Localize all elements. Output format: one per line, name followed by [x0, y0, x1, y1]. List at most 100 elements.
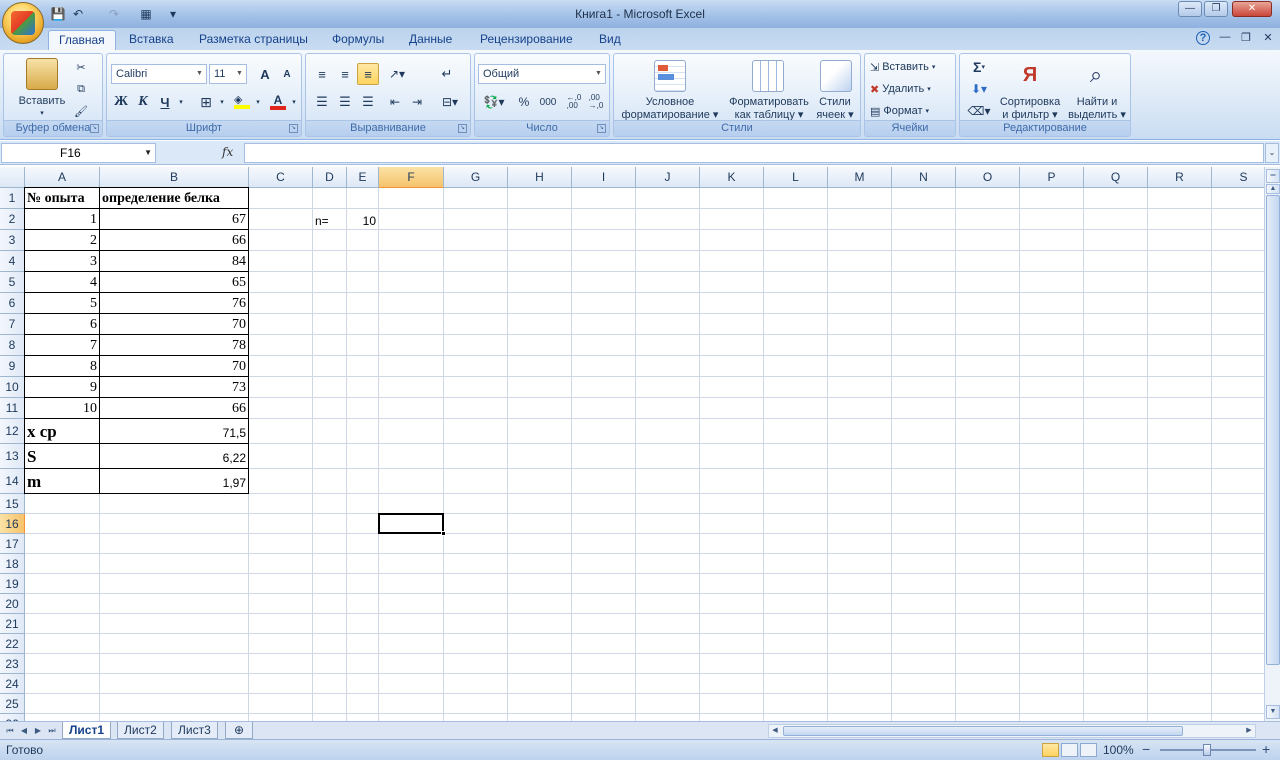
paste-dropdown-icon[interactable]: ▾ — [34, 107, 50, 120]
format-cells-button[interactable]: ▤ Формат ▾ — [869, 100, 953, 122]
row-header-2[interactable]: 2 — [0, 209, 25, 230]
fill-icon[interactable]: ⬇▾ — [964, 78, 994, 100]
save-icon[interactable]: 💾 — [50, 5, 66, 22]
conditional-formatting-icon[interactable] — [654, 60, 686, 92]
paste-icon[interactable] — [26, 58, 58, 90]
row-header-6[interactable]: 6 — [0, 293, 25, 314]
tab-page-layout[interactable]: Разметка страницы — [189, 30, 318, 50]
underline-button[interactable]: Ч — [155, 91, 175, 113]
row-header-1[interactable]: 1 — [0, 188, 25, 209]
row-header-7[interactable]: 7 — [0, 314, 25, 335]
align-center-icon[interactable]: ☰ — [334, 91, 356, 113]
cell-a14[interactable]: m — [25, 469, 99, 493]
decrease-indent-icon[interactable]: ⇤ — [384, 91, 406, 113]
clipboard-launcher-icon[interactable]: ↘ — [90, 124, 99, 133]
fill-color-dropdown-icon[interactable]: ▾ — [253, 91, 263, 113]
currency-format-icon[interactable]: 💱▾ — [478, 91, 510, 113]
column-header-l[interactable]: L — [764, 167, 828, 188]
row-header-16[interactable]: 16 — [0, 514, 25, 534]
increase-indent-icon[interactable]: ⇥ — [406, 91, 428, 113]
row-header-12[interactable]: 12 — [0, 419, 25, 444]
sheet-tab-3[interactable]: Лист3 — [171, 722, 218, 739]
find-select-icon[interactable]: ⌕ — [1080, 60, 1112, 92]
clear-icon[interactable]: ⌫▾ — [964, 100, 994, 122]
copy-icon[interactable]: ⧉ — [70, 78, 92, 100]
normal-view-icon[interactable] — [1042, 743, 1059, 757]
align-middle-icon[interactable]: ≡ — [334, 63, 356, 85]
column-header-j[interactable]: J — [636, 167, 700, 188]
cell-a7[interactable]: 6 — [25, 314, 99, 334]
cell-b8[interactable]: 78 — [100, 335, 248, 355]
row-header-14[interactable]: 14 — [0, 469, 25, 494]
cell-b1[interactable]: определение белка — [100, 188, 248, 208]
align-top-icon[interactable]: ≡ — [311, 63, 333, 85]
row-header-25[interactable]: 25 — [0, 694, 25, 714]
cell-a10[interactable]: 9 — [25, 377, 99, 397]
row-header-18[interactable]: 18 — [0, 554, 25, 574]
row-header-22[interactable]: 22 — [0, 634, 25, 654]
cell-a4[interactable]: 3 — [25, 251, 99, 271]
column-header-q[interactable]: Q — [1084, 167, 1148, 188]
column-header-c[interactable]: C — [249, 167, 313, 188]
row-header-20[interactable]: 20 — [0, 594, 25, 614]
row-header-23[interactable]: 23 — [0, 654, 25, 674]
delete-cells-button[interactable]: ✖ Удалить ▾ — [869, 78, 953, 100]
tab-insert[interactable]: Вставка — [119, 30, 184, 50]
scroll-down-icon[interactable]: ▼ — [1266, 705, 1280, 719]
conditional-formatting-label-1[interactable]: Условное — [614, 96, 726, 109]
page-layout-view-icon[interactable] — [1061, 743, 1078, 757]
column-header-f[interactable]: F — [379, 167, 444, 188]
align-left-icon[interactable]: ☰ — [311, 91, 333, 113]
sort-filter-label-1[interactable]: Сортировка — [994, 96, 1066, 109]
page-break-view-icon[interactable] — [1080, 743, 1097, 757]
column-header-s[interactable]: S — [1212, 167, 1264, 188]
merge-center-icon[interactable]: ⊟▾ — [434, 91, 466, 113]
wrap-text-icon[interactable]: ↵ — [436, 63, 458, 85]
customize-qat-icon[interactable]: ▾ — [168, 5, 178, 22]
row-header-26[interactable]: 26 — [0, 714, 25, 721]
tab-formulas[interactable]: Формулы — [322, 30, 394, 50]
comma-style-button[interactable]: 000 — [536, 91, 560, 113]
tab-review[interactable]: Рецензирование — [470, 30, 583, 50]
italic-button[interactable]: К — [133, 91, 153, 113]
horizontal-scroll-thumb[interactable] — [783, 726, 1183, 736]
format-as-table-label-1[interactable]: Форматировать — [724, 96, 814, 109]
scroll-up-icon[interactable]: ▲ — [1266, 184, 1280, 194]
cell-a9[interactable]: 8 — [25, 356, 99, 376]
cell-b5[interactable]: 65 — [100, 272, 248, 292]
column-header-b[interactable]: B — [100, 167, 249, 188]
font-size-combo[interactable]: 11 ▼ — [209, 64, 247, 84]
cell-b3[interactable]: 66 — [100, 230, 248, 250]
first-sheet-icon[interactable]: ⏮ — [4, 725, 16, 737]
row-header-8[interactable]: 8 — [0, 335, 25, 356]
minimize-button[interactable]: — — [1178, 1, 1202, 17]
cut-icon[interactable]: ✂ — [70, 56, 92, 78]
scroll-right-icon[interactable]: ▶ — [1243, 725, 1255, 737]
row-header-21[interactable]: 21 — [0, 614, 25, 634]
vertical-scroll-thumb[interactable] — [1266, 195, 1280, 665]
find-select-label-1[interactable]: Найти и — [1064, 96, 1130, 109]
row-header-11[interactable]: 11 — [0, 398, 25, 419]
zoom-slider-thumb[interactable] — [1203, 744, 1211, 756]
scroll-split-icon[interactable]: ═ — [1266, 169, 1280, 183]
column-header-i[interactable]: I — [572, 167, 636, 188]
horizontal-scrollbar[interactable]: ◀ ▶ — [768, 724, 1256, 738]
align-bottom-icon[interactable]: ≡ — [357, 63, 379, 85]
column-header-h[interactable]: H — [508, 167, 572, 188]
tab-data[interactable]: Данные — [399, 30, 462, 50]
column-header-d[interactable]: D — [313, 167, 347, 188]
cell-b14[interactable]: 1,97 — [100, 469, 248, 493]
column-header-o[interactable]: O — [956, 167, 1020, 188]
underline-dropdown-icon[interactable]: ▾ — [175, 91, 187, 113]
row-header-3[interactable]: 3 — [0, 230, 25, 251]
workbook-restore-icon[interactable]: ❐ — [1238, 31, 1254, 45]
undo-icon[interactable]: ↶ — [70, 5, 86, 22]
help-icon[interactable]: ? — [1196, 31, 1210, 45]
grow-font-button[interactable]: A — [255, 63, 275, 85]
cell-e2[interactable]: 10 — [347, 209, 378, 229]
sheet-tab-1[interactable]: Лист1 — [62, 722, 112, 739]
zoom-in-icon[interactable]: + — [1262, 741, 1270, 757]
expand-formula-bar-icon[interactable]: ⌄ — [1265, 143, 1279, 163]
cell-a6[interactable]: 5 — [25, 293, 99, 313]
tab-view[interactable]: Вид — [589, 30, 631, 50]
